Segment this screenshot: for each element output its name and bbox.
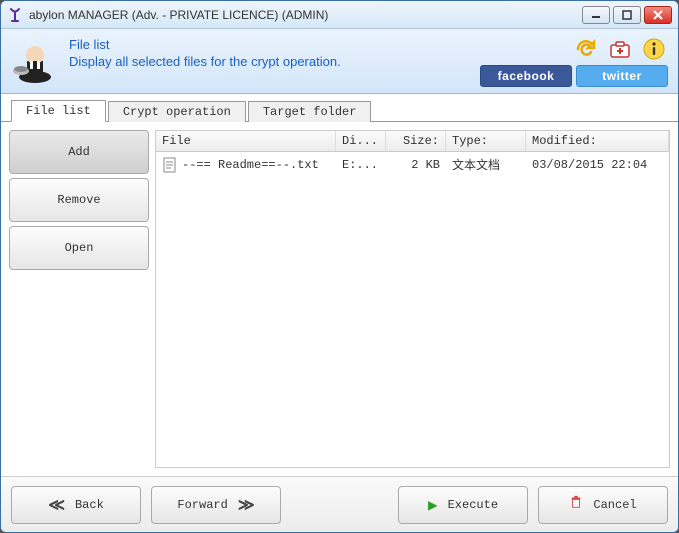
text-file-icon [162, 157, 178, 173]
content-area: Add Remove Open File Di... Size: Type: M… [1, 122, 678, 476]
column-modified[interactable]: Modified: [526, 131, 669, 151]
app-icon [7, 7, 23, 23]
back-button[interactable]: ≪ Back [11, 486, 141, 524]
tab-crypt-operation[interactable]: Crypt operation [108, 101, 246, 122]
add-button[interactable]: Add [9, 130, 149, 174]
file-name: --== Readme==--.txt [182, 158, 319, 172]
forward-arrow-icon: ≫ [238, 495, 255, 515]
cancel-button[interactable]: Cancel [538, 486, 668, 524]
column-size[interactable]: Size: [386, 131, 446, 151]
table-row[interactable]: --== Readme==--.txt E:... 2 KB 文本文档 03/0… [156, 152, 669, 177]
tab-label: Crypt operation [123, 105, 231, 119]
cell-size: 2 KB [386, 156, 446, 174]
facebook-button[interactable]: facebook [480, 65, 572, 87]
forward-button[interactable]: Forward ≫ [151, 486, 281, 524]
cell-type: 文本文档 [446, 154, 526, 175]
button-label: Execute [448, 498, 498, 512]
execute-button[interactable]: ▶ Execute [398, 486, 528, 524]
back-arrow-icon: ≪ [48, 495, 65, 515]
button-label: Forward [177, 498, 227, 512]
file-list-body[interactable]: --== Readme==--.txt E:... 2 KB 文本文档 03/0… [156, 152, 669, 467]
refresh-icon[interactable] [572, 35, 600, 63]
info-icon[interactable] [640, 35, 668, 63]
firstaid-icon[interactable] [606, 35, 634, 63]
button-label: Open [65, 241, 94, 255]
tab-file-list[interactable]: File list [11, 100, 106, 122]
button-label: Cancel [593, 498, 636, 512]
social-buttons: facebook twitter [480, 65, 668, 87]
column-type[interactable]: Type: [446, 131, 526, 151]
maximize-button[interactable] [613, 6, 641, 24]
file-list-header: File Di... Size: Type: Modified: [156, 131, 669, 152]
cell-directory: E:... [336, 156, 386, 174]
trash-icon [569, 495, 583, 514]
cell-file: --== Readme==--.txt [156, 155, 336, 175]
column-directory[interactable]: Di... [336, 131, 386, 151]
window-controls [582, 6, 672, 24]
tabs-row: File list Crypt operation Target folder [1, 98, 678, 122]
button-label: Back [75, 498, 104, 512]
window-title: abylon MANAGER (Adv. - PRIVATE LICENCE) … [29, 8, 582, 22]
header-toolbar [572, 35, 668, 63]
column-file[interactable]: File [156, 131, 336, 151]
titlebar: abylon MANAGER (Adv. - PRIVATE LICENCE) … [1, 1, 678, 29]
app-window: abylon MANAGER (Adv. - PRIVATE LICENCE) … [0, 0, 679, 533]
facebook-label: facebook [498, 69, 555, 83]
bottom-bar: ≪ Back Forward ≫ ▶ Execute Cancel [1, 476, 678, 532]
play-icon: ▶ [428, 495, 438, 515]
file-list-panel: File Di... Size: Type: Modified: --== Re… [155, 130, 670, 468]
twitter-label: twitter [602, 69, 642, 83]
open-button[interactable]: Open [9, 226, 149, 270]
remove-button[interactable]: Remove [9, 178, 149, 222]
cell-modified: 03/08/2015 22:04 [526, 156, 669, 174]
mascot-icon [11, 37, 59, 85]
side-buttons: Add Remove Open [9, 130, 149, 468]
tab-label: File list [26, 104, 91, 118]
section-description: Display all selected files for the crypt… [69, 54, 369, 69]
tab-label: Target folder [263, 105, 357, 119]
header-area: File list Display all selected files for… [1, 29, 678, 94]
twitter-button[interactable]: twitter [576, 65, 668, 87]
tab-target-folder[interactable]: Target folder [248, 101, 372, 122]
button-label: Remove [57, 193, 100, 207]
close-button[interactable] [644, 6, 672, 24]
button-label: Add [68, 145, 90, 159]
minimize-button[interactable] [582, 6, 610, 24]
